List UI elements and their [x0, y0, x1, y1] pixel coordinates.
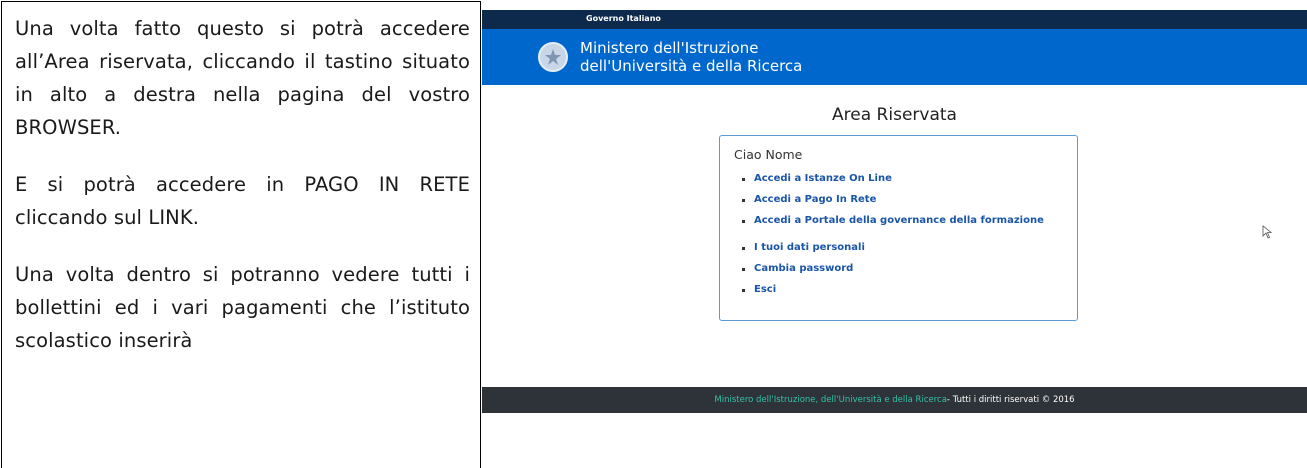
- footer-ministry-link[interactable]: Ministero dell'Istruzione, dell'Universi…: [714, 395, 947, 405]
- ministry-name-line2: dell'Università e della Ricerca: [580, 57, 803, 75]
- link-portale-governance[interactable]: Accedi a Portale della governance della …: [742, 214, 1077, 235]
- ministry-name-line1: Ministero dell'Istruzione: [580, 39, 759, 57]
- user-greeting: Ciao Nome: [734, 147, 803, 162]
- link-pago-in-rete[interactable]: Accedi a Pago In Rete: [742, 193, 1077, 214]
- user-links-list: Accedi a Istanze On Line Accedi a Pago I…: [734, 172, 1077, 304]
- page-content: Area Riservata Ciao Nome Accedi a Istanz…: [482, 85, 1307, 387]
- link-istanze-online[interactable]: Accedi a Istanze On Line: [742, 172, 1077, 193]
- user-menu-box: Ciao Nome Accedi a Istanze On Line Acced…: [719, 135, 1078, 321]
- paragraph-area-riservata: Una volta fatto questo si potrà accedere…: [15, 17, 470, 139]
- page-title: Area Riservata: [832, 105, 957, 125]
- ministry-name[interactable]: Ministero dell'Istruzione dell'Universit…: [580, 39, 802, 75]
- reserved-area-screenshot: Governo Italiano Ministero dell'Istruzio…: [482, 10, 1307, 468]
- instruction-text-panel: Una volta fatto questo si potrà accedere…: [1, 1, 481, 468]
- footer-copyright: - Tutti i diritti riservati © 2016: [946, 395, 1075, 405]
- paragraph-pago-in-rete: E si potrà accedere in PAGO IN RETE clic…: [15, 173, 470, 229]
- link-esci[interactable]: Esci: [742, 283, 1077, 304]
- link-cambia-password[interactable]: Cambia password: [742, 262, 1077, 283]
- ministry-emblem-icon: [538, 42, 568, 72]
- government-label: Governo Italiano: [586, 14, 661, 23]
- footer: Ministero dell'Istruzione, dell'Universi…: [482, 387, 1307, 413]
- paragraph-bollettini: Una volta dentro si potranno vedere tutt…: [15, 263, 470, 352]
- link-dati-personali[interactable]: I tuoi dati personali: [742, 241, 1077, 262]
- government-bar: Governo Italiano: [482, 10, 1307, 29]
- ministry-header: Ministero dell'Istruzione dell'Universit…: [482, 29, 1307, 85]
- mouse-cursor-icon: [1262, 225, 1272, 239]
